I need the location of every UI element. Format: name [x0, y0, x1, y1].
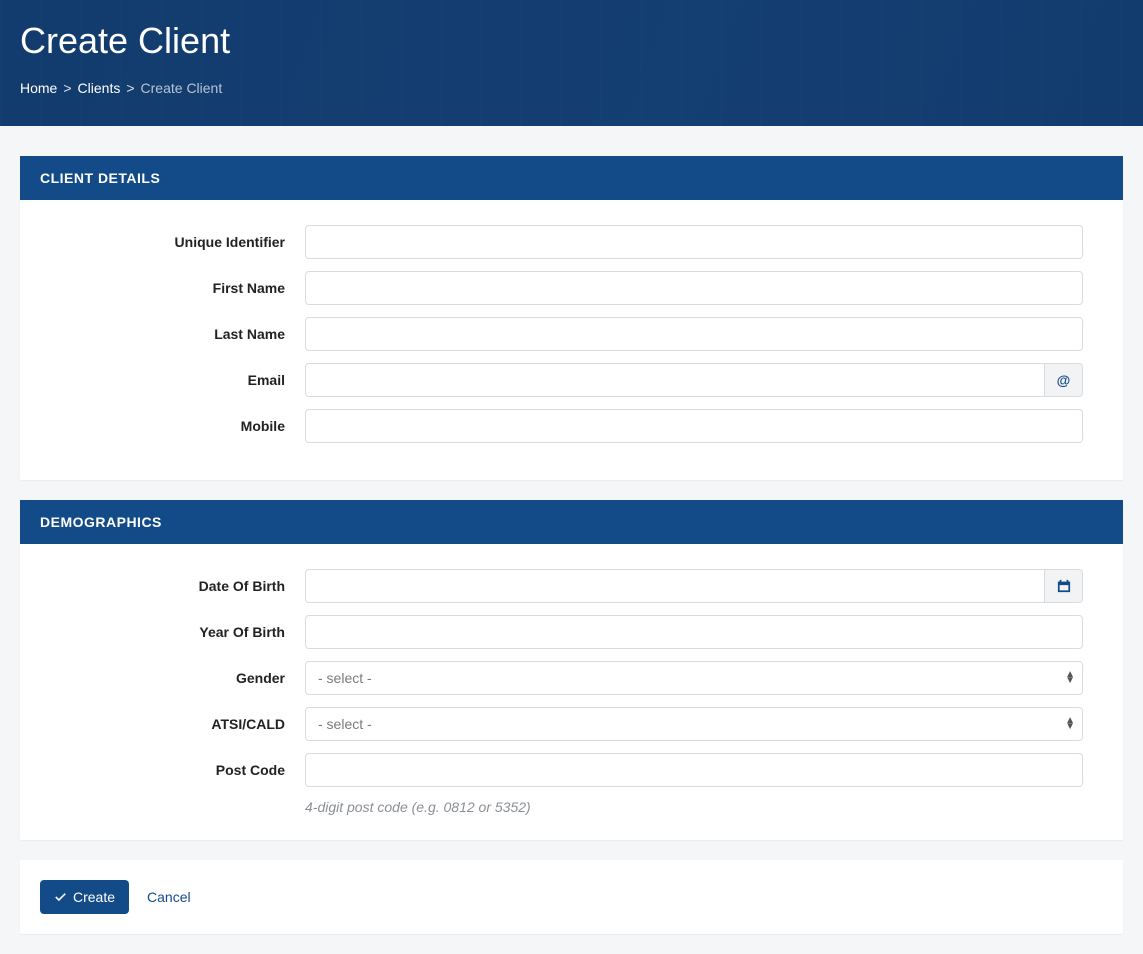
label-first-name: First Name	[60, 280, 305, 296]
row-yob: Year Of Birth	[60, 615, 1083, 649]
breadcrumb-current: Create Client	[141, 80, 223, 96]
breadcrumb-separator: >	[63, 80, 71, 96]
cancel-button[interactable]: Cancel	[147, 889, 191, 905]
atsi-cald-select[interactable]: - select -	[305, 707, 1083, 741]
row-postcode: Post Code	[60, 753, 1083, 787]
panel-heading-demographics: DEMOGRAPHICS	[20, 500, 1123, 544]
create-button-label: Create	[73, 889, 115, 905]
row-last-name: Last Name	[60, 317, 1083, 351]
breadcrumb-home[interactable]: Home	[20, 80, 57, 96]
check-icon	[54, 891, 67, 904]
row-gender: Gender - select - ▲▼	[60, 661, 1083, 695]
first-name-input[interactable]	[305, 271, 1083, 305]
row-atsi-cald: ATSI/CALD - select - ▲▼	[60, 707, 1083, 741]
yob-input[interactable]	[305, 615, 1083, 649]
label-yob: Year Of Birth	[60, 624, 305, 640]
actions-panel: Create Cancel	[20, 860, 1123, 934]
label-dob: Date Of Birth	[60, 578, 305, 594]
row-mobile: Mobile	[60, 409, 1083, 443]
panel-demographics: DEMOGRAPHICS Date Of Birth Year Of Birth	[20, 500, 1123, 840]
panel-body-demographics: Date Of Birth Year Of Birth Gen	[20, 544, 1123, 840]
create-button[interactable]: Create	[40, 880, 129, 914]
last-name-input[interactable]	[305, 317, 1083, 351]
panel-client-details: CLIENT DETAILS Unique Identifier First N…	[20, 156, 1123, 480]
unique-identifier-input[interactable]	[305, 225, 1083, 259]
breadcrumb: Home > Clients > Create Client	[20, 80, 1123, 96]
label-gender: Gender	[60, 670, 305, 686]
postcode-help-text: 4-digit post code (e.g. 0812 or 5352)	[305, 799, 1083, 815]
row-first-name: First Name	[60, 271, 1083, 305]
hero-header: Create Client Home > Clients > Create Cl…	[0, 0, 1143, 126]
calendar-icon[interactable]	[1045, 569, 1083, 603]
mobile-input[interactable]	[305, 409, 1083, 443]
panel-heading-client-details: CLIENT DETAILS	[20, 156, 1123, 200]
email-input[interactable]	[305, 363, 1045, 397]
panel-body-client-details: Unique Identifier First Name Last Name E…	[20, 200, 1123, 480]
label-atsi-cald: ATSI/CALD	[60, 716, 305, 732]
label-unique-identifier: Unique Identifier	[60, 234, 305, 250]
row-unique-identifier: Unique Identifier	[60, 225, 1083, 259]
dob-input[interactable]	[305, 569, 1045, 603]
postcode-input[interactable]	[305, 753, 1083, 787]
label-email: Email	[60, 372, 305, 388]
breadcrumb-separator: >	[126, 80, 134, 96]
gender-select[interactable]: - select -	[305, 661, 1083, 695]
at-icon: @	[1045, 363, 1083, 397]
label-mobile: Mobile	[60, 418, 305, 434]
page-title: Create Client	[20, 20, 1123, 62]
label-postcode: Post Code	[60, 762, 305, 778]
label-last-name: Last Name	[60, 326, 305, 342]
row-email: Email @	[60, 363, 1083, 397]
main-container: CLIENT DETAILS Unique Identifier First N…	[0, 126, 1143, 954]
row-dob: Date Of Birth	[60, 569, 1083, 603]
breadcrumb-clients[interactable]: Clients	[78, 80, 121, 96]
